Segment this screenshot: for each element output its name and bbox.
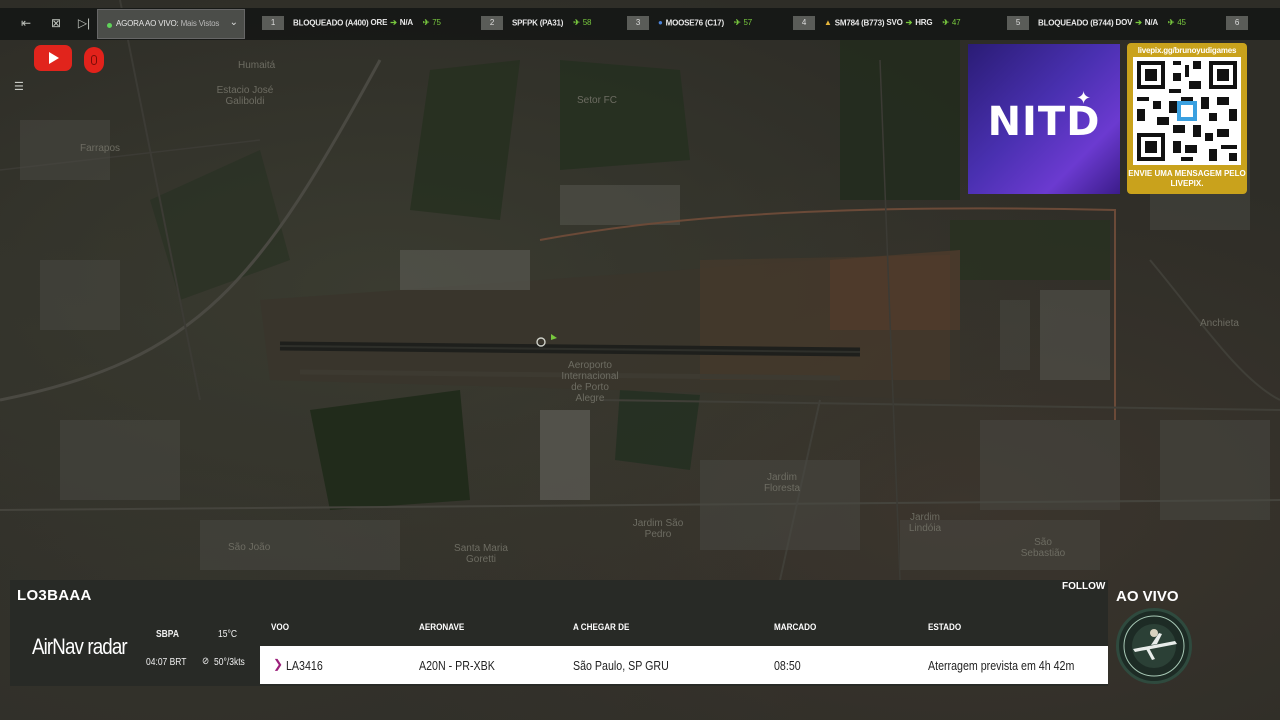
channel-badge-logo: [1116, 608, 1192, 684]
follow-button[interactable]: FOLLOW: [1062, 581, 1105, 592]
top-ticker-bar: ⇤ ⊠ ▷| AGORA AO VIVO: Mais Vistos ⌄ 1 BLO…: [0, 8, 1280, 40]
airport-code: SBPA: [156, 629, 179, 640]
arrow-right-icon: ➔: [905, 18, 913, 28]
map-label: São Sebastião: [1020, 537, 1066, 559]
ticker-count: 47: [951, 18, 961, 28]
live-dot-icon: [107, 23, 112, 28]
ticker-origin: DOV: [1115, 18, 1133, 28]
live-sub-label: Mais Vistos: [180, 19, 220, 28]
livepix-message: ENVIE UMA MENSAGEM PELO LIVEPIX.: [1128, 169, 1246, 188]
arrow-right-icon: ➔: [1135, 18, 1142, 28]
military-flag-icon: ●: [658, 18, 663, 28]
map-label: Jardim São Pedro: [632, 518, 684, 540]
ticker-callsign: BLOQUEADO (B744): [1038, 18, 1114, 28]
ticker-callsign: SPFPK (PA31): [512, 18, 564, 28]
map-label: Santa Maria Goretti: [454, 543, 508, 565]
plane-icon: ✈: [1167, 18, 1175, 28]
map-label: Jardim Floresta: [763, 472, 801, 494]
ticker-rank: 5: [1007, 16, 1029, 30]
map-label: Setor FC: [577, 95, 618, 106]
livepix-qr-card[interactable]: livepix.gg/brunoyudigames ENVIE UMA MENS…: [1127, 43, 1247, 194]
ticker-destination: N/A: [399, 18, 413, 28]
flight-status: Aterragem prevista em 4h 42m: [928, 658, 1075, 673]
chevron-down-icon: ⌄: [229, 17, 238, 28]
col-header-origin: A CHEGAR DE: [573, 622, 630, 632]
ticker-destination: N/A: [1144, 18, 1158, 28]
flight-number: LA3416: [286, 658, 323, 673]
ticker-item[interactable]: 5 BLOQUEADO (B744) DOV ➔ N/A ✈ 45: [1007, 16, 1186, 32]
collapse-panel-icon[interactable]: ⇤: [19, 16, 33, 30]
live-label: AGORA AO VIVO:: [116, 19, 179, 28]
map-label: Humaitá: [238, 60, 276, 71]
col-header-status: ESTADO: [928, 622, 962, 632]
arrow-right-icon: ➔: [390, 18, 397, 28]
warning-icon: ▲: [824, 18, 832, 28]
plane-icon: ✈: [422, 18, 430, 28]
live-filter-select[interactable]: AGORA AO VIVO: Mais Vistos ⌄: [97, 9, 245, 39]
map-label: São João: [228, 542, 271, 553]
ticker-origin: ORE: [370, 18, 388, 28]
airline-logo-icon: ❯: [273, 657, 284, 671]
col-header-scheduled: MARCADO: [774, 622, 817, 632]
plane-icon: ✈: [733, 18, 741, 28]
qr-code-icon: [1133, 57, 1241, 165]
col-header-flight: VOO: [271, 622, 290, 632]
ticker-count: 57: [743, 18, 753, 28]
ticker-rank: 1: [262, 16, 284, 30]
map-label: Farrapos: [80, 143, 121, 154]
ticker-count: 58: [582, 18, 592, 28]
ticker-rank: 3: [627, 16, 649, 30]
live-label: AO VIVO: [1116, 588, 1179, 605]
ticker-item[interactable]: 3 ● MOOSE76 (C17) ✈ 57: [627, 16, 752, 32]
ticker-count: 75: [432, 18, 441, 28]
ticker-rank: 2: [481, 16, 503, 30]
origin: São Paulo, SP GRU: [573, 658, 669, 673]
ticker-rank: 4: [793, 16, 815, 30]
nitd-logo: ✦ NITD: [968, 44, 1120, 194]
wind-icon: ⊘: [202, 656, 210, 667]
aircraft-type: A20N - PR-XBK: [419, 658, 495, 673]
layers-icon[interactable]: ☰: [14, 80, 28, 93]
scheduled-time: 08:50: [774, 658, 801, 673]
ticker-callsign: BLOQUEADO (A400): [293, 18, 369, 28]
ticker-destination: HRG: [915, 18, 933, 28]
skip-next-icon[interactable]: ▷|: [77, 16, 91, 30]
plane-icon: ✈: [942, 18, 949, 28]
map-label: Estacio José Galiboldi: [216, 85, 274, 107]
ticker-callsign: SM784 (B773): [834, 18, 885, 28]
ticker-item[interactable]: 4 ▲ SM784 (B773) SVO ➔ HRG ✈ 47: [793, 16, 961, 32]
livepix-url: livepix.gg/brunoyudigames: [1137, 46, 1237, 55]
local-time: 04:07 BRT: [146, 657, 187, 668]
youtube-icon[interactable]: [34, 45, 72, 71]
microphone-record-icon[interactable]: [84, 47, 104, 73]
ticker-origin: SVO: [886, 18, 903, 28]
map-label: Jardim Lindóia: [908, 512, 942, 534]
ticker-item[interactable]: 1 BLOQUEADO (A400) ORE ➔ N/A ✈ 75: [262, 16, 441, 32]
ticker-rank: 6: [1226, 16, 1248, 30]
airnav-radar-logo: AirNav radar: [32, 634, 128, 659]
map-label: Aeroporto Internacional de Porto Alegre: [561, 360, 619, 404]
col-header-aircraft: AERONAVE: [419, 622, 465, 632]
close-icon[interactable]: ⊠: [49, 16, 63, 30]
wind: 50°/3kts: [214, 657, 245, 668]
ticker-count: 45: [1177, 18, 1186, 28]
nitd-logo-text: NITD: [987, 99, 1101, 145]
map-label: Anchieta: [1200, 318, 1239, 329]
ticker-callsign: MOOSE76 (C17): [665, 18, 725, 28]
ticker-item[interactable]: 6: [1226, 16, 1257, 32]
ticker-item[interactable]: 2 SPFPK (PA31) ✈ 58: [481, 16, 591, 32]
aircraft-registration: LO3BAAA: [17, 587, 92, 604]
temperature: 15°C: [218, 629, 237, 640]
plane-icon: ✈: [573, 18, 580, 28]
